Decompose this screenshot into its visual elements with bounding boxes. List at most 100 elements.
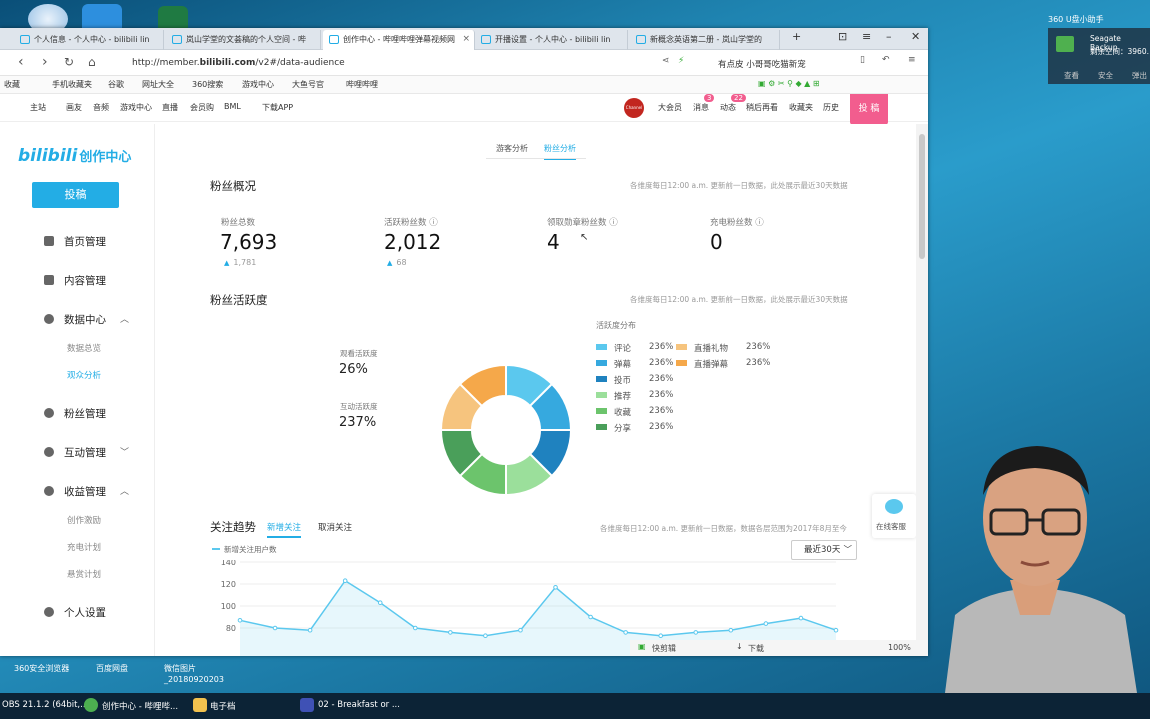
desktop-icon-label[interactable]: 微信图片_20180920203 (164, 663, 224, 685)
bookmark-item[interactable]: 哔哩哔哩 (346, 79, 378, 90)
sidebar-item-content[interactable]: 内容管理 (44, 273, 106, 288)
share-icon[interactable]: ⋖ (662, 56, 670, 66)
close-window-icon[interactable]: ✕ (911, 30, 920, 43)
range-select[interactable]: 最近30天 ﹀ (791, 540, 857, 560)
data-point[interactable] (763, 621, 769, 626)
info-icon[interactable]: ⓘ (755, 218, 764, 228)
trend-tab-unfollow[interactable]: 取消关注 (318, 521, 352, 533)
taskbar-item[interactable]: OBS 21.1.2 (64bit,... (2, 700, 88, 710)
info-icon[interactable]: ⓘ (429, 218, 438, 228)
reload-icon[interactable]: ↻ (64, 55, 74, 69)
data-point[interactable] (798, 615, 804, 621)
topnav-item[interactable]: 游戏中心 (120, 102, 152, 113)
data-point[interactable] (518, 627, 523, 633)
topnav-right-item[interactable]: 大会员 (658, 102, 682, 113)
sidebar-item-fans[interactable]: 粉丝管理 (44, 406, 106, 421)
bookmark-item[interactable]: 网址大全 (142, 79, 174, 90)
bookmark-item[interactable]: 大鱼号官 (292, 79, 324, 90)
sidebar-item-settings[interactable]: 个人设置 (44, 605, 106, 620)
forward-icon[interactable]: › (42, 54, 48, 70)
data-point[interactable] (728, 627, 734, 633)
more-menu-icon[interactable]: ≡ (908, 55, 916, 65)
tab-visitor-analysis[interactable]: 游客分析 (496, 143, 528, 154)
topnav-item[interactable]: BML (224, 102, 241, 111)
browser-tab[interactable]: 新概念英语第二册 - 岚山学堂的 (630, 30, 780, 50)
data-point[interactable] (833, 627, 839, 633)
sidebar-sub-charge[interactable]: 充电计划 (67, 541, 101, 553)
taskbar-item[interactable]: 创作中心 - 哔哩哔... (102, 700, 178, 712)
desktop-icon-label[interactable]: 百度网盘 (96, 663, 128, 674)
data-point[interactable] (448, 630, 453, 635)
topnav-item[interactable]: 画友 (66, 102, 82, 113)
speed-icon[interactable]: ⚡ (678, 56, 684, 66)
taskbar-item[interactable]: 02 - Breakfast or ... (318, 700, 400, 710)
scrollbar-thumb[interactable] (919, 134, 925, 259)
status-quick-cut[interactable]: 快剪辑 (652, 643, 676, 654)
data-point[interactable] (272, 625, 278, 631)
topnav-right-item[interactable]: 收藏夹 (789, 102, 813, 113)
data-point[interactable] (377, 600, 383, 606)
browser-tab[interactable]: 个人信息 - 个人中心 - bilibili lin (14, 30, 164, 50)
home-icon[interactable]: ⌂ (88, 55, 96, 69)
data-point[interactable] (307, 627, 313, 633)
usb-btn-safe[interactable]: 安全 (1098, 70, 1113, 81)
sidebar-sub-incentive[interactable]: 创作激励 (67, 514, 101, 526)
data-point[interactable] (693, 630, 699, 635)
page-scrollbar[interactable] (916, 124, 928, 656)
quick-cut-icon[interactable]: ▣ (638, 642, 646, 651)
topnav-right-item[interactable]: 稍后再看 (746, 102, 778, 113)
topnav-item[interactable]: 下载APP (262, 102, 293, 113)
search-hint[interactable]: 有点皮 小哥哥吃猫新宠 (718, 58, 806, 70)
data-point[interactable] (623, 630, 628, 635)
menu-icon[interactable]: ≡ (862, 30, 871, 43)
usb-btn-view[interactable]: 查看 (1064, 70, 1079, 81)
avatar[interactable]: Channel (624, 98, 644, 118)
topnav-item[interactable]: 主站 (30, 102, 46, 113)
data-point[interactable] (553, 585, 558, 590)
browser-tab[interactable]: 开播设置 - 个人中心 - bilibili lin (475, 30, 628, 50)
download-icon[interactable]: ↓ (736, 642, 743, 651)
close-tab-icon[interactable]: × (462, 34, 470, 44)
topnav-right-item[interactable]: 动态 (720, 102, 736, 113)
url-input[interactable]: http://member.bilibili.com/v2#/data-audi… (118, 53, 703, 73)
browser-tab[interactable]: 岚山学堂的文荟稿的个人空间 - 哔 (166, 30, 321, 50)
data-point[interactable] (237, 618, 243, 623)
sidebar-sub-overview[interactable]: 数据总览 (67, 342, 101, 354)
topnav-right-item[interactable]: 历史 (823, 102, 839, 113)
sidebar-item-income[interactable]: 收益管理 ︿ (44, 484, 129, 499)
bookmark-item[interactable]: 360搜索 (192, 79, 223, 90)
bookmark-item[interactable]: 手机收藏夹 (52, 79, 92, 90)
taskbar-item[interactable]: 电子档 (210, 700, 236, 712)
post-button-top[interactable]: 投 稿 (850, 94, 888, 125)
desktop-icon-label[interactable]: 360安全浏览器 (14, 663, 69, 674)
topnav-right-item[interactable]: 消息 (693, 102, 709, 113)
usb-btn-eject[interactable]: 弹出 (1132, 70, 1147, 81)
topnav-item[interactable]: 会员购 (190, 102, 214, 113)
undo-icon[interactable]: ↶ (882, 55, 890, 65)
phone-icon[interactable]: ▯ (860, 55, 865, 65)
data-point[interactable] (342, 578, 348, 584)
data-point[interactable] (412, 625, 418, 631)
browser-tab-active[interactable]: 创作中心 - 哔哩哔哩弹幕视频网 × (323, 30, 475, 50)
bookmark-item[interactable]: 收藏 (4, 79, 20, 90)
sidebar-sub-bounty[interactable]: 悬赏计划 (67, 568, 101, 580)
data-point[interactable] (588, 614, 593, 620)
data-point[interactable] (658, 633, 664, 638)
data-point[interactable] (483, 633, 488, 638)
back-icon[interactable]: ‹ (18, 54, 24, 70)
zoom-level[interactable]: 100% (888, 643, 911, 652)
sidebar-item-data[interactable]: 数据中心 ︿ (44, 312, 129, 327)
minimize-icon[interactable]: – (886, 30, 892, 43)
topnav-item[interactable]: 音频 (93, 102, 109, 113)
sidebar-sub-audience[interactable]: 观众分析 (67, 369, 101, 381)
bookmark-item[interactable]: 游戏中心 (242, 79, 274, 90)
info-icon[interactable]: ⓘ (609, 218, 618, 228)
trend-tab-new[interactable]: 新增关注 (267, 521, 302, 538)
post-button[interactable]: 投稿 (32, 182, 119, 208)
creator-logo[interactable]: bilibili 创作中心 (18, 146, 131, 166)
sidebar-item-home[interactable]: 首页管理 (44, 234, 106, 249)
online-service-widget[interactable]: 在线客服 (872, 494, 916, 538)
topnav-item[interactable]: 直播 (162, 102, 178, 113)
extension-icons[interactable]: ▣ ⚙ ✂ ⚲ ◆ ▲ ⊞ (758, 79, 820, 88)
sidebar-item-interact[interactable]: 互动管理 ﹀ (44, 445, 129, 460)
